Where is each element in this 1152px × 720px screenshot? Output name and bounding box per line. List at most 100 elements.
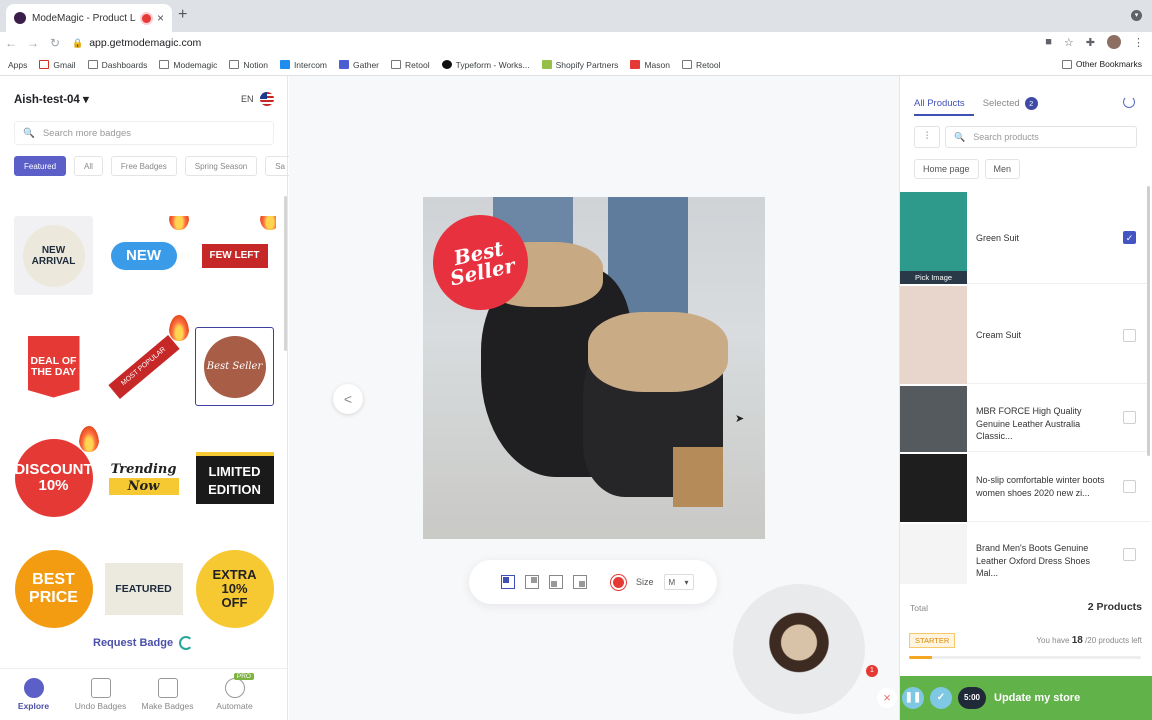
product-checkbox[interactable]	[1123, 329, 1136, 342]
gather-icon	[339, 60, 350, 69]
badge-new[interactable]: NEW	[104, 216, 189, 295]
bookmark-intercom[interactable]: Intercom	[279, 60, 327, 70]
position-top-right-button[interactable]	[525, 575, 539, 589]
chip-men[interactable]: Men	[984, 159, 1021, 179]
tab-search-icon[interactable]: ▾	[1131, 10, 1142, 21]
other-bookmarks[interactable]: Other Bookmarks	[1061, 59, 1142, 69]
language-selector[interactable]: EN	[241, 92, 274, 106]
product-checkbox[interactable]	[1123, 411, 1136, 424]
notification-count-badge: 1	[866, 665, 878, 677]
product-checkbox[interactable]	[1123, 548, 1136, 561]
badge-best-seller-selected[interactable]: Best Seller	[195, 327, 274, 406]
nav-undo-badges[interactable]: Undo Badges	[67, 669, 134, 720]
position-bottom-right-button[interactable]	[573, 575, 587, 589]
lock-icon: 🔒	[72, 37, 84, 48]
badge-trending-now[interactable]: Trending Now	[104, 438, 183, 517]
product-row[interactable]: Pick Image Green Suit ✓	[900, 192, 1150, 284]
badge-deal-of-the-day[interactable]: DEAL OF THE DAY	[14, 327, 93, 406]
badge-most-popular[interactable]: MOST POPULAR	[104, 315, 189, 406]
chip-all[interactable]: All	[74, 156, 103, 176]
browser-menu-icon[interactable]: ⋮	[1133, 36, 1144, 49]
reload-icon[interactable]: ↻	[44, 36, 66, 50]
check-icon[interactable]: ✓	[930, 687, 952, 709]
bookmark-retool[interactable]: Retool	[391, 60, 430, 70]
new-tab-button[interactable]: +	[178, 6, 187, 24]
search-icon: 🔍	[23, 127, 35, 139]
product-row[interactable]: Brand Men's Boots Genuine Leather Oxford…	[900, 524, 1150, 584]
position-top-left-button[interactable]	[501, 575, 515, 589]
modemagic-favicon-icon	[14, 12, 26, 24]
position-bottom-left-button[interactable]	[549, 575, 563, 589]
badge-library-panel: Aish-test-04 ▾ EN 🔍 Search more badges F…	[0, 76, 296, 720]
us-flag-icon	[259, 92, 274, 106]
bookmark-shopify-partners[interactable]: Shopify Partners	[541, 60, 618, 70]
tab-close-icon[interactable]: ×	[157, 11, 164, 25]
address-bar: ← → ↻ 🔒 app.getmodemagic.com ■ ☆ ✚ ⋮	[0, 32, 1152, 54]
chip-free-badges[interactable]: Free Badges	[110, 156, 177, 176]
chip-featured[interactable]: Featured	[14, 156, 67, 176]
extensions-icon[interactable]: ✚	[1086, 36, 1095, 49]
bookmark-mason[interactable]: Mason	[630, 60, 670, 70]
product-search-input[interactable]: 🔍 Search products	[945, 126, 1137, 148]
badge-few-left[interactable]: FEW LEFT	[195, 216, 276, 295]
badge-best-price[interactable]: BEST PRICE	[14, 549, 93, 628]
badge-color-picker[interactable]	[611, 574, 626, 590]
product-thumbnail	[900, 454, 967, 522]
search-icon: 🔍	[954, 131, 966, 142]
product-thumbnail: Pick Image	[900, 192, 967, 284]
product-thumbnail	[900, 386, 967, 452]
product-row[interactable]: MBR FORCE High Quality Genuine Leather A…	[900, 386, 1150, 452]
request-badge-link[interactable]: Request Badge	[93, 636, 194, 650]
chip-home-page[interactable]: Home page	[914, 159, 979, 179]
filter-button[interactable]: ⫶	[914, 126, 940, 148]
back-icon[interactable]: ←	[0, 36, 22, 50]
bookmark-gmail[interactable]: Gmail	[39, 60, 76, 70]
pause-icon[interactable]: ❚❚	[902, 687, 924, 709]
pick-image-button[interactable]: Pick Image	[900, 271, 967, 284]
chip-spring-season[interactable]: Spring Season	[184, 156, 258, 176]
url-text: app.getmodemagic.com	[89, 37, 202, 49]
folder-icon	[229, 60, 240, 69]
previous-image-button[interactable]: <	[333, 384, 363, 414]
product-preview-image: Best Seller	[423, 197, 765, 539]
nav-make-badges[interactable]: Make Badges	[134, 669, 201, 720]
product-name: Cream Suit	[976, 330, 1022, 340]
star-icon[interactable]: ☆	[1064, 36, 1074, 49]
badge-list-scrollbar[interactable]	[284, 196, 287, 351]
tab-selected[interactable]: Selected 2	[983, 97, 1038, 110]
badge-extra-10-off[interactable]: EXTRA 10% OFF	[195, 549, 274, 628]
size-select[interactable]: M ▾	[663, 574, 694, 590]
bookmark-apps[interactable]: Apps	[8, 60, 276, 606]
product-row[interactable]: No-slip comfortable winter boots women s…	[900, 454, 1150, 522]
product-row[interactable]: Cream Suit	[900, 286, 1150, 384]
plan-usage-progress	[909, 656, 1141, 659]
badge-discount-10[interactable]: DISCOUNT 10%	[14, 426, 99, 517]
browser-tab[interactable]: ModeMagic - Product Labe ×	[6, 4, 172, 32]
update-store-button[interactable]: Update my store ❚❚ ✓ 5:00	[900, 676, 1152, 720]
nav-automate[interactable]: Automate PRO	[201, 669, 268, 720]
product-checkbox-checked[interactable]: ✓	[1123, 231, 1136, 244]
bookmark-notion[interactable]: Notion	[229, 60, 268, 70]
camera-icon[interactable]: ■	[1045, 36, 1052, 48]
product-name: MBR FORCE High Quality Genuine Leather A…	[976, 406, 1082, 441]
bookmark-modemagic[interactable]: Modemagic	[159, 60, 217, 70]
badge-limited-edition[interactable]: LIMITED EDITION	[195, 438, 274, 517]
url-field[interactable]: 🔒 app.getmodemagic.com	[72, 37, 201, 49]
refresh-icon[interactable]	[1123, 96, 1135, 108]
badge-featured[interactable]: FEATURED	[104, 549, 183, 628]
badge-new-arrival[interactable]: NEW ARRIVAL	[14, 216, 93, 295]
bookmark-retool-2[interactable]: Retool	[681, 60, 721, 70]
shopify-icon	[541, 60, 552, 69]
store-selector[interactable]: Aish-test-04 ▾	[14, 92, 89, 106]
product-list-scrollbar[interactable]	[1147, 186, 1150, 456]
tab-all-products[interactable]: All Products	[914, 97, 965, 110]
badge-search-input[interactable]: 🔍 Search more badges	[14, 121, 274, 145]
nav-explore[interactable]: Explore	[0, 669, 67, 720]
forward-icon[interactable]: →	[22, 36, 44, 50]
bookmark-typeform[interactable]: Typeform - Works...	[441, 60, 530, 70]
profile-avatar[interactable]	[1107, 35, 1121, 49]
bookmark-gather[interactable]: Gather	[339, 60, 379, 70]
close-recording-button[interactable]: ×	[877, 688, 897, 708]
product-checkbox[interactable]	[1123, 480, 1136, 493]
bookmark-dashboards[interactable]: Dashboards	[87, 60, 147, 70]
